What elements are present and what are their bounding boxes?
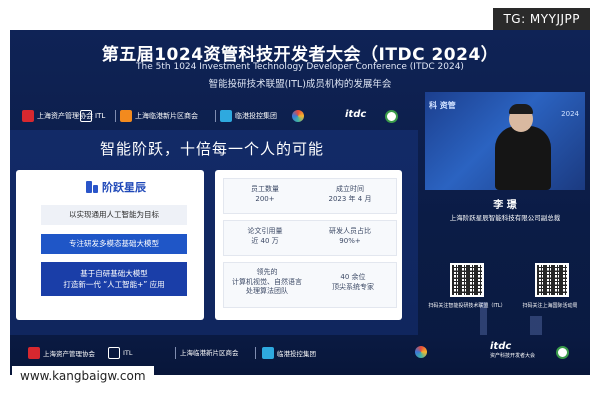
stat-papers: 论文引用量 近 40 万 — [247, 227, 283, 245]
company-stats-card: 员工数量 200+ 成立时间 2023 年 4 月 论文引用量 近 40 万 研… — [215, 170, 402, 320]
green-emblem-icon — [385, 110, 398, 123]
bottom-logo-lingang-chamber: 上海临港新片区商会 — [180, 349, 239, 357]
bottom-logo-green — [556, 346, 569, 359]
conference-screen: 第五届1024资管科技开发者大会（ITDC 2024） The 5th 1024… — [10, 30, 590, 375]
bottom-logo-shanghai-event — [415, 346, 427, 358]
bottom-logo-lingang-holding: 临港投控集团 — [262, 347, 316, 359]
conference-subtitle: 智能投研技术联盟(ITL)成员机构的发展年会 — [208, 79, 392, 90]
stat-founded: 成立时间 2023 年 4 月 — [328, 185, 372, 203]
lingang-holding-icon — [220, 110, 232, 122]
itl-icon — [108, 347, 120, 359]
mission-goal: 以实现通用人工智能为目标 — [41, 205, 187, 225]
speaker-name: 李 璟 — [493, 200, 517, 211]
logo-itdc: itdc — [345, 109, 367, 120]
asset-association-icon — [28, 347, 40, 359]
speaker-title: 上海阶跃星辰智能科技有限公司副总裁 — [449, 214, 561, 222]
stat-employees: 员工数量 200+ — [251, 185, 279, 203]
bottom-logo-asset-association: 上海资产管理协会 — [28, 347, 95, 359]
logo-lingang-chamber: 上海临港新片区商会 — [120, 110, 198, 122]
stat-team: 领先的 计算机视觉、自然语言 处理算法团队 — [232, 268, 302, 295]
qr-label-event: 扫码关注上海国际活动周 — [522, 303, 578, 309]
stat-rd-ratio: 研发人员占比 90%+ — [329, 227, 371, 245]
application-pill: 基于自研基础大模型 打造新一代 “人工智能+” 应用 — [41, 262, 187, 296]
watermark-top: TG: MYYJJPP — [493, 8, 590, 30]
logo-lingang-holding: 临港投控集团 — [220, 110, 277, 122]
event-emblem-icon — [415, 346, 427, 358]
lingang-chamber-icon — [120, 110, 132, 122]
bottom-logo-itdc: itdc 资产科技开发者大会 — [490, 341, 536, 359]
qr-label-itl: 扫码关注智能投研技术联盟（ITL） — [428, 303, 506, 309]
speaker-hair — [509, 104, 533, 114]
focus-pill: 专注研发多模态基础大模型 — [41, 234, 187, 254]
lingang-holding-icon — [262, 347, 274, 359]
logo-shanghai-event — [292, 110, 304, 122]
bottom-logo-itl: ITL — [108, 347, 133, 359]
green-emblem-icon — [556, 346, 569, 359]
qr-code-event — [535, 263, 569, 297]
asset-association-icon — [22, 110, 34, 122]
company-name: 阶跃星辰 — [102, 181, 146, 194]
speaker-figure — [495, 126, 551, 190]
company-brand: 阶跃星辰 — [86, 179, 146, 195]
event-emblem-icon — [292, 110, 304, 122]
logo-green — [385, 110, 398, 123]
presentation-slide: 智能阶跃，十倍每一个人的可能 阶跃星辰 以实现通用人工智能为目标 专注研发多模态… — [10, 130, 418, 335]
itl-icon — [80, 110, 92, 122]
qr-code-itl — [450, 263, 484, 297]
slide-heading: 智能阶跃，十倍每一个人的可能 — [100, 140, 325, 158]
logo-itl: ITL — [80, 110, 105, 122]
stat-experts: 40 余位 顶尖系统专家 — [332, 273, 374, 291]
watermark-bottom: www.kangbaigw.com — [12, 366, 154, 386]
company-card: 阶跃星辰 以实现通用人工智能为目标 专注研发多模态基础大模型 基于自研基础大模型… — [16, 170, 204, 320]
stepfun-logo-icon — [86, 181, 98, 193]
speaker-video: 科 资管 2024 — [425, 92, 585, 190]
conference-title-en: The 5th 1024 Investment Technology Devel… — [136, 62, 464, 72]
